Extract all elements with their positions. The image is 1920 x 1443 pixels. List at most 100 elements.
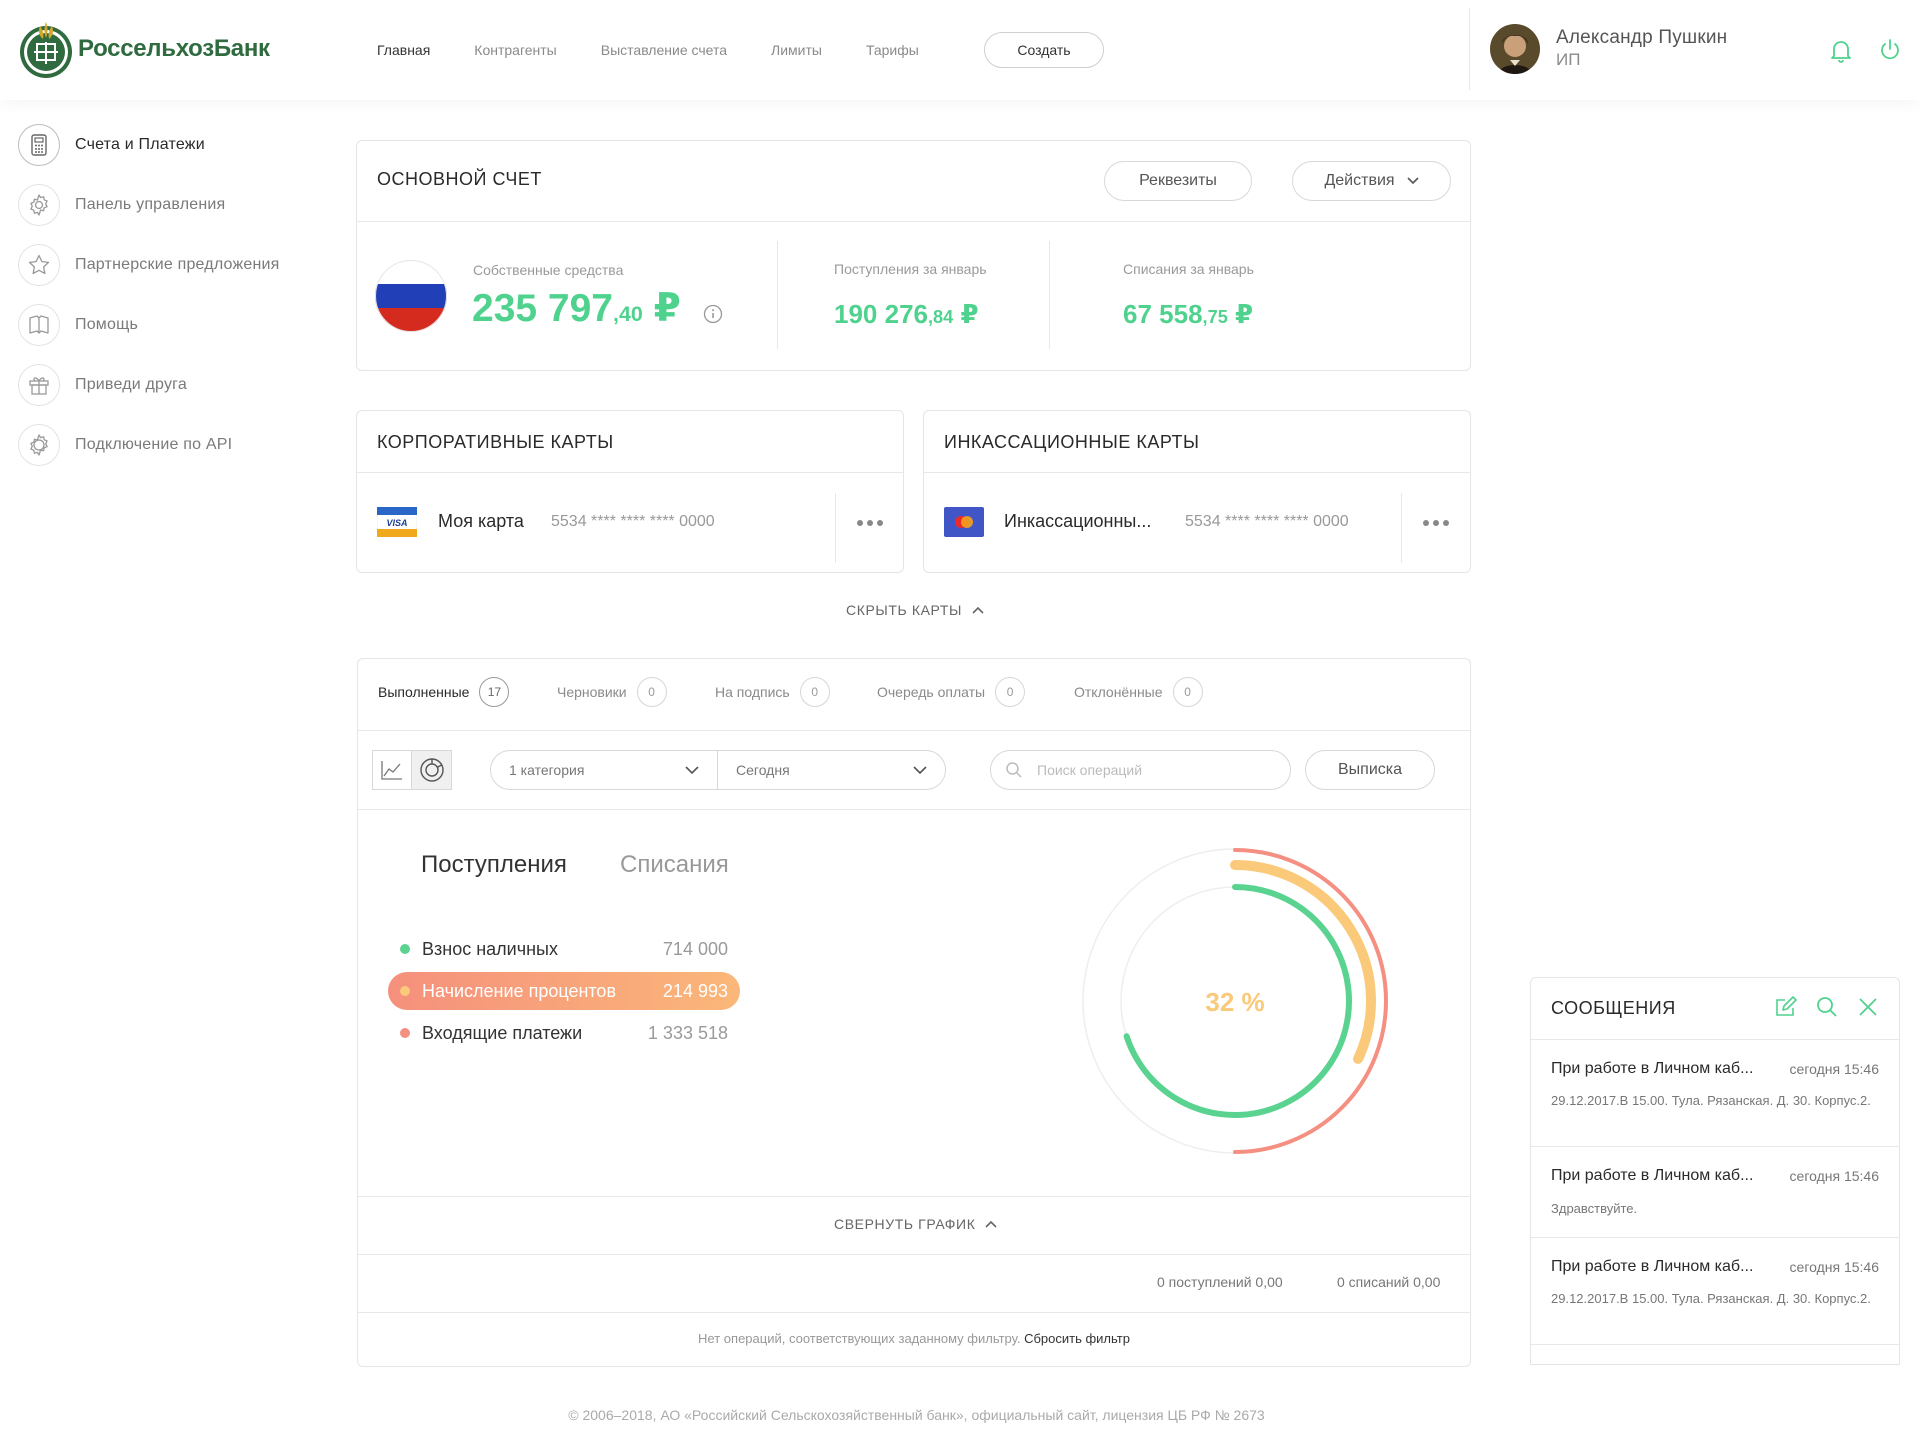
main-nav: Главная Контрагенты Выставление счета Ли… xyxy=(377,30,963,70)
totals-income: 0 поступлений 0,00 xyxy=(1157,1274,1283,1290)
period-select-value: Сегодня xyxy=(736,762,790,778)
collapse-chart-label: СВЕРНУТЬ ГРАФИК xyxy=(834,1216,976,1232)
russia-flag-icon xyxy=(375,260,447,332)
more-dots-icon[interactable] xyxy=(1423,520,1449,526)
card-row-divider xyxy=(1401,493,1402,563)
collapse-divider xyxy=(358,1254,1470,1255)
legend-dot xyxy=(400,986,410,996)
info-icon[interactable] xyxy=(703,304,723,324)
main-account-divider xyxy=(357,221,1470,222)
legend-value: 714 000 xyxy=(662,938,728,959)
message-item[interactable]: При работе в Личном каб... сегодня 15:46… xyxy=(1531,1040,1899,1147)
card-row-divider xyxy=(835,493,836,563)
bell-icon[interactable] xyxy=(1829,38,1853,64)
calculator-icon xyxy=(18,124,60,166)
own-funds-integer: 235 797 xyxy=(472,287,613,330)
user-role: ИП xyxy=(1556,50,1581,69)
search-input[interactable] xyxy=(1037,762,1257,778)
user-portrait-icon xyxy=(1490,24,1540,74)
tab-for-signature[interactable]: На подпись 0 xyxy=(715,677,830,707)
tab-rejected[interactable]: Отклонённые 0 xyxy=(1074,677,1203,707)
tab-payment-queue[interactable]: Очередь оплаты 0 xyxy=(877,677,1026,707)
sidebar-item-partner-offers[interactable]: Партнерские предложения xyxy=(18,244,338,286)
legend-dot xyxy=(400,944,410,954)
cash-cards-divider xyxy=(924,472,1470,473)
tab-label: Очередь оплаты xyxy=(877,684,986,700)
message-body: 29.12.2017.В 15.00. Тула. Рязанская. Д. … xyxy=(1551,1093,1871,1108)
legend-item-interest[interactable]: Начисление процентов 214 993 xyxy=(388,972,740,1010)
tab-count-badge: 0 xyxy=(636,677,667,707)
user-name[interactable]: Александр Пушкин xyxy=(1556,27,1727,49)
outgo-label: Списания за январь xyxy=(1123,261,1254,277)
nav-home[interactable]: Главная xyxy=(377,42,430,58)
statement-button[interactable]: Выписка xyxy=(1305,750,1435,790)
outgo-amount: 67 558,75 ₽ xyxy=(1123,299,1253,330)
legend-item-incoming-payments[interactable]: Входящие платежи 1 333 518 xyxy=(388,1014,740,1052)
period-select[interactable]: Сегодня xyxy=(717,750,946,790)
create-button[interactable]: Создать xyxy=(984,32,1104,68)
requisites-button[interactable]: Реквезиты xyxy=(1104,161,1252,201)
nav-limits[interactable]: Лимиты xyxy=(771,42,822,58)
message-item[interactable]: При работе в Личном каб... сегодня 15:46… xyxy=(1531,1238,1899,1345)
corporate-cards-title: КОРПОРАТИВНЫЕ КАРТЫ xyxy=(377,432,614,452)
user-avatar[interactable] xyxy=(1490,24,1540,74)
tab-completed[interactable]: Выполненные 17 xyxy=(378,677,510,707)
actions-dropdown[interactable]: Действия xyxy=(1292,161,1451,201)
sidebar-item-control-panel[interactable]: Панель управления xyxy=(18,184,338,226)
main-account-title: ОСНОВНОЙ СЧЕТ xyxy=(377,169,542,189)
chart-bottom-divider xyxy=(358,1196,1470,1197)
sidebar-item-accounts[interactable]: Счета и Платежи xyxy=(18,124,338,166)
cash-cards-title: ИНКАССАЦИОННЫЕ КАРТЫ xyxy=(944,432,1200,452)
message-title: При работе в Личном каб... xyxy=(1551,1258,1754,1275)
amount-divider-1 xyxy=(777,241,778,349)
sidebar-item-api[interactable]: Подключение по API xyxy=(18,424,338,466)
own-funds-currency: ₽ xyxy=(642,287,681,330)
nav-invoicing[interactable]: Выставление счета xyxy=(601,42,727,58)
tab-count-badge: 0 xyxy=(799,677,830,707)
chart-arc-interest[interactable] xyxy=(1230,860,1376,1064)
legend-dot xyxy=(400,1028,410,1038)
search-icon[interactable] xyxy=(1816,996,1838,1018)
corporate-card-name[interactable]: Моя карта xyxy=(438,511,524,532)
legend-label: Входящие платежи xyxy=(422,1022,583,1043)
donut-chart-icon[interactable] xyxy=(412,751,451,789)
nav-tariffs[interactable]: Тарифы xyxy=(866,42,919,58)
message-body: Здравствуйте. xyxy=(1551,1201,1638,1216)
tab-label: Отклонённые xyxy=(1074,684,1163,700)
power-icon[interactable] xyxy=(1878,38,1902,62)
card-brand-label: VISA xyxy=(386,518,407,528)
cash-card-number: 5534 **** **** **** 0000 xyxy=(1185,513,1349,530)
api-gear-icon xyxy=(18,424,60,466)
reset-filter-link[interactable]: Сбросить фильтр xyxy=(1024,1331,1130,1346)
chart-tab-outgo[interactable]: Списания xyxy=(620,851,729,879)
empty-state: Нет операций, соответствующих заданному … xyxy=(358,1331,1470,1346)
amount-divider-2 xyxy=(1049,241,1050,349)
filter-divider xyxy=(358,809,1470,810)
visa-card-icon: VISA xyxy=(377,507,417,537)
legend-item-cash-deposit[interactable]: Взнос наличных 714 000 xyxy=(388,930,740,968)
message-body: 29.12.2017.В 15.00. Тула. Рязанская. Д. … xyxy=(1551,1291,1871,1306)
sidebar-item-label: Счета и Платежи xyxy=(75,136,205,153)
cash-card-name[interactable]: Инкассационны... xyxy=(1004,511,1151,532)
compose-icon[interactable] xyxy=(1774,995,1798,1019)
sidebar-item-label: Приведи друга xyxy=(75,376,187,393)
sidebar-item-label: Помощь xyxy=(75,316,138,333)
collapse-chart-toggle[interactable]: СВЕРНУТЬ ГРАФИК xyxy=(834,1216,998,1232)
chevron-down-icon xyxy=(685,765,699,774)
sidebar-item-refer-friend[interactable]: Приведи друга xyxy=(18,364,338,406)
more-dots-icon[interactable] xyxy=(857,520,883,526)
sidebar-item-help[interactable]: Помощь xyxy=(18,304,338,346)
message-item[interactable]: При работе в Личном каб... сегодня 15:46… xyxy=(1531,1147,1899,1238)
chart-tab-income[interactable]: Поступления xyxy=(421,851,567,879)
radial-chart: 32 % xyxy=(1082,848,1388,1154)
nav-counterparties[interactable]: Контрагенты xyxy=(474,42,556,58)
hide-cards-toggle[interactable]: СКРЫТЬ КАРТЫ xyxy=(846,602,984,618)
sidebar-item-label: Партнерские предложения xyxy=(75,256,280,273)
close-icon[interactable] xyxy=(1858,997,1878,1017)
logo-text: РоссельхозБанк xyxy=(78,35,270,62)
category-select[interactable]: 1 категория xyxy=(490,750,718,790)
tab-drafts[interactable]: Черновики 0 xyxy=(557,677,667,707)
operations-search xyxy=(990,750,1291,790)
bank-logo[interactable]: РоссельхозБанк xyxy=(18,18,270,80)
line-chart-icon[interactable] xyxy=(373,751,413,789)
